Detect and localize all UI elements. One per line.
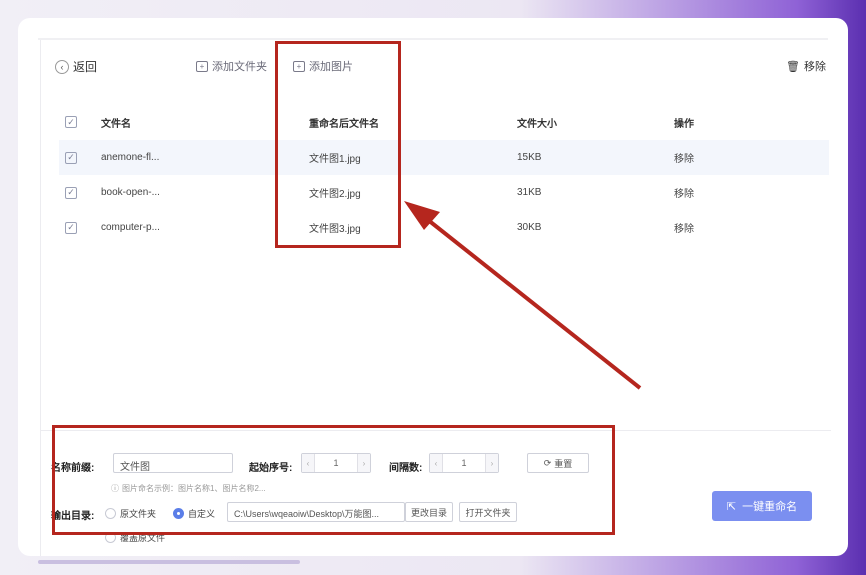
- annotation-arrow: [404, 201, 642, 390]
- arrow-shaft: [416, 210, 642, 390]
- horizontal-scrollbar[interactable]: [38, 560, 300, 564]
